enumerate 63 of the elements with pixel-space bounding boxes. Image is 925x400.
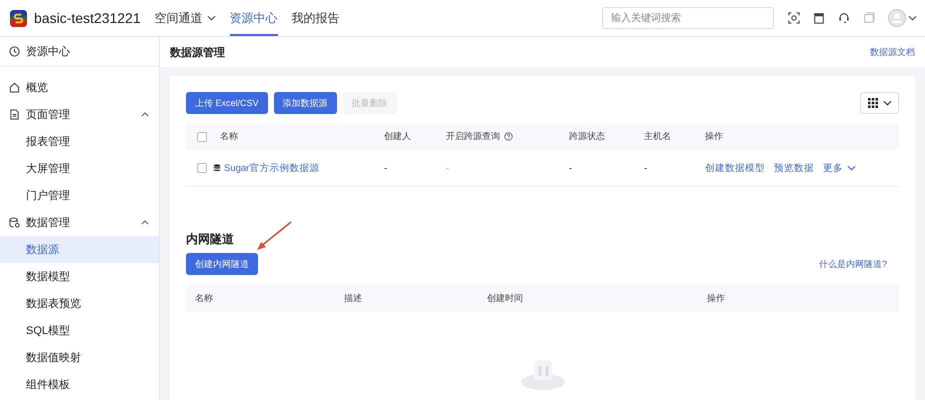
action-button[interactable]: 上传 Excel/CSV (186, 92, 268, 114)
sidebar-item[interactable]: 大屏管理 (0, 155, 159, 182)
doc-link[interactable]: 数据源文档 (870, 46, 915, 58)
table-cell-text: - (445, 162, 450, 174)
action-link[interactable]: 更多 (823, 162, 856, 174)
sidebar-item[interactable]: 数据管理 (0, 209, 159, 236)
nav-tab[interactable]: 我的报告 (292, 0, 340, 36)
annotation-arrow (256, 221, 292, 251)
database-icon (9, 217, 20, 228)
sidebar-item[interactable]: 数据表预览 (0, 290, 159, 317)
document-icon (9, 109, 20, 120)
caret-icon[interactable] (206, 15, 216, 21)
collapse-icon[interactable] (141, 220, 149, 225)
sidebar-title: 资源中心 (26, 44, 70, 59)
sidebar-item[interactable]: 组件模板 (0, 371, 159, 398)
sidebar-item[interactable]: 数据值映射 (0, 344, 159, 371)
caret-icon (882, 100, 892, 106)
scan-icon[interactable] (788, 12, 800, 24)
collapse-icon[interactable] (141, 112, 149, 117)
logo-icon (10, 10, 27, 26)
column-header: 跨源状态 (569, 130, 605, 143)
search-field[interactable]: 输入关键词搜索 (602, 7, 774, 29)
headset-icon[interactable] (838, 12, 850, 24)
column-header: 描述 (344, 292, 362, 305)
grid-icon (868, 98, 878, 108)
sidebar-item[interactable]: 数据模型 (0, 263, 159, 290)
checkbox[interactable] (197, 132, 207, 142)
column-header: 名称 (195, 292, 213, 305)
create-tunnel-button[interactable]: 创建内网隧道 (186, 253, 258, 275)
help-icon[interactable] (504, 132, 513, 141)
app-name: basic-test231221 (34, 10, 141, 26)
action-link[interactable]: 创建数据模型 (705, 162, 765, 174)
caret-icon[interactable] (908, 15, 917, 21)
column-header: 创建时间 (487, 292, 523, 305)
page-title: 数据源管理 (170, 46, 225, 60)
table-cell-text: - (383, 162, 388, 174)
column-header: 操作 (707, 292, 725, 305)
table-cell-text: - (643, 162, 648, 174)
column-header: 创建人 (384, 130, 411, 143)
sidebar-item[interactable]: 门户管理 (0, 182, 159, 209)
database-icon (213, 164, 221, 172)
nav-tab[interactable]: 空间通道 (154, 0, 216, 36)
column-header: 开启跨源查询 (446, 130, 500, 143)
sidebar-item[interactable]: 页面管理 (0, 101, 159, 128)
column-header: 主机名 (644, 130, 671, 143)
view-toggle-button[interactable] (860, 92, 899, 114)
checkbox[interactable] (197, 163, 207, 173)
caret-icon[interactable] (847, 165, 856, 171)
sidebar-item[interactable]: 数据源 (0, 236, 159, 263)
home-icon (9, 82, 20, 93)
table-cell-text: - (568, 162, 574, 174)
clock-icon (9, 46, 20, 57)
datasource-link[interactable]: Sugar官方示例数据源 (224, 162, 320, 174)
sidebar-item[interactable]: 概览 (0, 74, 159, 101)
sidebar-item[interactable]: SQL模型 (0, 317, 159, 344)
help-link[interactable]: 什么是内网隧道? (818, 258, 887, 270)
sidebar-item[interactable]: 报表管理 (0, 128, 159, 155)
calendar-icon[interactable] (813, 12, 825, 24)
column-header: 名称 (220, 130, 238, 143)
column-header: 操作 (705, 130, 723, 143)
section-title: 内网隧道 (186, 231, 234, 247)
action-button[interactable]: 添加数据源 (274, 92, 337, 114)
action-link[interactable]: 预览数据 (774, 162, 814, 174)
